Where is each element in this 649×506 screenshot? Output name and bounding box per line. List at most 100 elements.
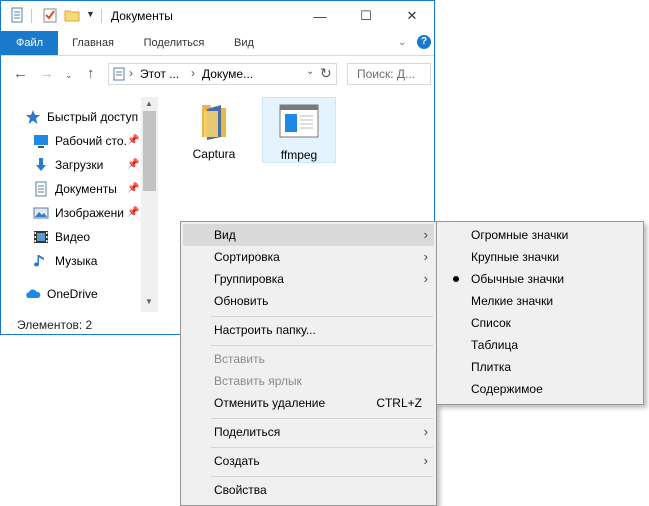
- refresh-icon[interactable]: ↻: [320, 65, 332, 82]
- nav-item-label: Документы: [55, 182, 117, 196]
- address-bar[interactable]: › Этот ... › Докуме... ⌄ ↻: [108, 63, 337, 85]
- scroll-down-arrow-icon[interactable]: ▼: [145, 297, 153, 306]
- view-option-large-icons[interactable]: Крупные значки: [439, 246, 641, 268]
- menu-item-label: Вставить ярлык: [214, 374, 302, 388]
- menu-item-label: Группировка: [214, 272, 284, 286]
- menu-item-new[interactable]: Создать ›: [183, 450, 434, 472]
- tab-view[interactable]: Вид: [226, 31, 262, 55]
- quick-access-dropdown-icon[interactable]: ▼: [86, 9, 95, 19]
- file-item-captura[interactable]: Captura: [184, 97, 244, 163]
- view-option-label: Таблица: [471, 338, 519, 352]
- nav-item-quick-access[interactable]: Быстрый доступ: [25, 107, 138, 127]
- submenu-arrow-icon: ›: [423, 271, 428, 286]
- tab-file[interactable]: Файл: [1, 31, 58, 55]
- expand-ribbon-icon[interactable]: ⌄: [398, 37, 406, 48]
- toolbar-divider: [101, 9, 102, 23]
- menu-separator: [211, 316, 433, 317]
- video-icon: [34, 231, 48, 243]
- nav-item-documents[interactable]: Документы: [33, 179, 117, 199]
- search-input[interactable]: Поиск: Д...: [357, 67, 415, 81]
- selected-bullet-icon: [453, 276, 459, 282]
- nav-item-label: Загрузки: [55, 158, 104, 172]
- close-button[interactable]: ✕: [389, 1, 435, 31]
- menu-item-label: Поделиться: [214, 425, 281, 439]
- view-option-label: Мелкие значки: [471, 294, 554, 308]
- view-option-content[interactable]: Содержимое: [439, 378, 641, 400]
- properties-icon[interactable]: [9, 7, 25, 23]
- status-item-count: Элементов: 2: [17, 318, 93, 332]
- breadcrumb-documents[interactable]: Докуме...: [202, 67, 253, 81]
- view-option-small-icons[interactable]: Мелкие значки: [439, 290, 641, 312]
- tab-share[interactable]: Поделиться: [135, 31, 213, 55]
- desktop-icon: [34, 135, 48, 148]
- menu-item-sort[interactable]: Сортировка ›: [183, 246, 434, 268]
- folder-icon: [202, 105, 226, 140]
- toolbar-divider: [31, 9, 32, 23]
- onedrive-icon: [26, 289, 41, 298]
- menu-item-label: Создать: [214, 454, 260, 468]
- menu-item-customize-folder[interactable]: Настроить папку...: [183, 319, 434, 341]
- ribbon-tabs: Файл Главная Поделиться Вид ⌄ ?: [1, 31, 434, 56]
- view-option-extra-large-icons[interactable]: Огромные значки: [439, 224, 641, 246]
- menu-item-label: Свойства: [214, 483, 267, 497]
- nav-item-music[interactable]: Музыка: [33, 251, 97, 271]
- menu-item-group[interactable]: Группировка ›: [183, 268, 434, 290]
- back-arrow-icon[interactable]: ←: [13, 65, 28, 82]
- music-icon: [34, 255, 44, 267]
- scroll-up-arrow-icon[interactable]: ▲: [145, 99, 153, 108]
- pin-icon: 📌: [127, 159, 140, 170]
- file-item-ffmpeg[interactable]: ffmpeg: [262, 97, 336, 163]
- nav-pane-scrollbar[interactable]: ▲ ▼: [141, 97, 158, 312]
- checkmark-icon[interactable]: [42, 7, 58, 23]
- menu-item-label: Вид: [214, 228, 236, 242]
- documents-location-icon: [113, 67, 125, 81]
- file-name: ffmpeg: [280, 148, 318, 162]
- minimize-button[interactable]: —: [297, 1, 343, 31]
- menu-item-paste-shortcut[interactable]: Вставить ярлык: [183, 370, 434, 392]
- view-submenu: Огромные значки Крупные значки Обычные з…: [436, 221, 644, 405]
- menu-separator: [211, 418, 433, 419]
- nav-item-label: Рабочий сто.: [55, 134, 127, 148]
- title-bar: ▼ Документы — ☐ ✕: [1, 1, 434, 31]
- scroll-thumb[interactable]: [143, 111, 156, 191]
- view-option-medium-icons[interactable]: Обычные значки: [439, 268, 641, 290]
- submenu-arrow-icon: ›: [423, 424, 428, 439]
- menu-item-refresh[interactable]: Обновить: [183, 290, 434, 312]
- breadcrumb-chevron-icon[interactable]: ›: [129, 66, 133, 80]
- nav-item-desktop[interactable]: Рабочий сто.: [33, 131, 127, 151]
- documents-icon: [35, 181, 47, 197]
- menu-separator: [211, 345, 433, 346]
- nav-item-videos[interactable]: Видео: [33, 227, 90, 247]
- menu-item-properties[interactable]: Свойства: [183, 479, 434, 501]
- star-icon: [26, 110, 40, 124]
- new-folder-icon[interactable]: [64, 7, 80, 23]
- up-arrow-icon[interactable]: ↑: [87, 65, 95, 82]
- address-dropdown-icon[interactable]: ⌄: [306, 66, 314, 77]
- menu-item-undo-delete[interactable]: Отменить удаление CTRL+Z: [183, 392, 434, 414]
- menu-separator: [211, 447, 433, 448]
- forward-arrow-icon[interactable]: →: [39, 65, 54, 82]
- maximize-button[interactable]: ☐: [343, 1, 389, 31]
- help-button[interactable]: ?: [417, 35, 431, 49]
- submenu-arrow-icon: ›: [423, 227, 428, 242]
- menu-item-view[interactable]: Вид ›: [183, 224, 434, 246]
- menu-item-label: Отменить удаление: [214, 396, 326, 410]
- nav-item-pictures[interactable]: Изображени: [33, 203, 124, 223]
- menu-item-label: Сортировка: [214, 250, 280, 264]
- nav-item-downloads[interactable]: Загрузки: [33, 155, 103, 175]
- search-box[interactable]: Поиск: Д...: [347, 63, 431, 85]
- view-option-list[interactable]: Список: [439, 312, 641, 334]
- recent-locations-icon[interactable]: ⌄: [65, 70, 73, 81]
- view-option-label: Плитка: [471, 360, 512, 374]
- menu-item-share[interactable]: Поделиться ›: [183, 421, 434, 443]
- nav-item-onedrive[interactable]: OneDrive: [25, 284, 98, 304]
- submenu-arrow-icon: ›: [423, 453, 428, 468]
- breadcrumb-this-pc[interactable]: Этот ...: [140, 67, 179, 81]
- view-option-tiles[interactable]: Плитка: [439, 356, 641, 378]
- view-option-details[interactable]: Таблица: [439, 334, 641, 356]
- tab-home[interactable]: Главная: [65, 31, 121, 55]
- breadcrumb-chevron-icon[interactable]: ›: [191, 66, 195, 80]
- view-option-label: Список: [471, 316, 511, 330]
- view-option-label: Огромные значки: [471, 228, 569, 242]
- menu-item-paste[interactable]: Вставить: [183, 348, 434, 370]
